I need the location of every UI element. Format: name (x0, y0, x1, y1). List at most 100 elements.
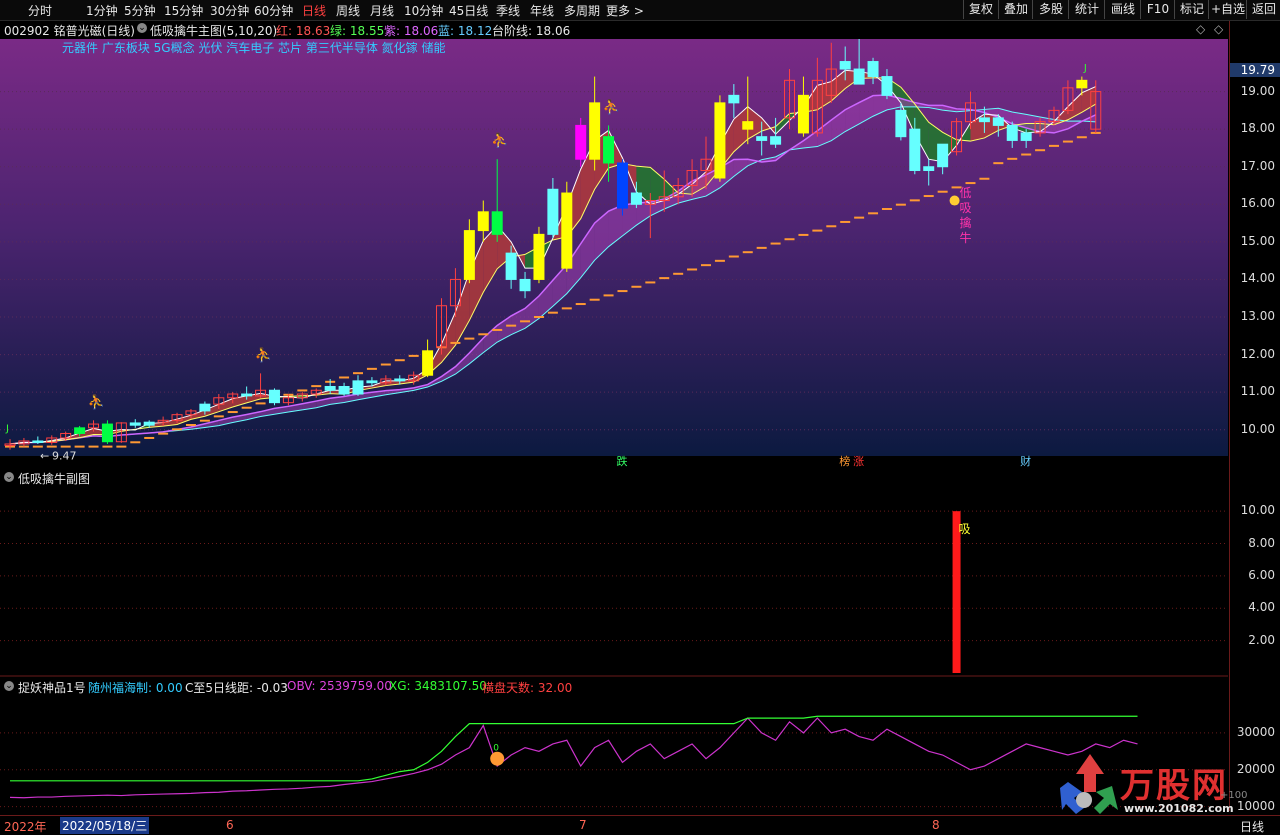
period-tab-14[interactable]: 更多 > (606, 2, 644, 19)
period-tab-8[interactable]: 月线 (370, 2, 394, 19)
sub1-tick-1: 4.00 (1248, 600, 1275, 615)
signal-person-icon-2: ⛹ (491, 131, 508, 149)
sub2-tick-1: 20000 (1236, 761, 1275, 776)
period-toolbar: 分时 1分钟 5分钟 15分钟 30分钟 60分钟 日线 周线 月线 10分钟 45日线 季线 年线 多周… (0, 0, 1280, 21)
sub2-signal-icon (490, 751, 505, 766)
candle-body-35 (491, 211, 503, 235)
candlestick-chart[interactable]: ⛹⛹⛹⛹←20.85←9.47低吸擒牛跌榜涨财JJJ 元器件 广东板块 5G概念… (0, 39, 1228, 467)
candle-body-24 (338, 386, 350, 395)
candle-body-52 (728, 94, 740, 104)
diamond-icon-1[interactable]: ◇ (1196, 22, 1205, 36)
diamond-icon-2[interactable]: ◇ (1214, 22, 1223, 36)
signal-person-icon-1: ⛹ (255, 345, 272, 363)
sub-chart-1-title[interactable]: 低吸擒牛副图 (18, 470, 90, 487)
sub2-tick-2: 30000 (1236, 724, 1275, 739)
period-tab-3[interactable]: 15分钟 (164, 2, 203, 19)
concept-tags: 元器件 广东板块 5G概念 光伏 汽车电子 芯片 第三代半导体 氮化镓 储能 (62, 40, 445, 55)
price-axis: 19.79 10.00 11.00 12.00 13.00 14.00 15.00 16.0… (1229, 21, 1280, 813)
candle-body-44 (616, 162, 628, 209)
toolbar-button-2[interactable]: 多股 (1032, 0, 1069, 19)
candle-body-36 (505, 252, 517, 280)
price-tick-0: 10.00 (1240, 421, 1275, 436)
candle-body-30 (422, 350, 434, 376)
low-price-label: 9.47 (52, 450, 77, 463)
candle-body-65 (909, 128, 921, 171)
x-label-month-8: 8 (932, 818, 940, 832)
candle-body-66 (923, 166, 935, 171)
period-tab-1[interactable]: 1分钟 (86, 2, 118, 19)
candle-body-37 (519, 278, 531, 292)
indicator-toggle-icon[interactable]: ⌄ (137, 23, 147, 33)
period-tab-0[interactable]: 分时 (28, 2, 52, 19)
sub-line-chart[interactable]: 0 (0, 696, 1228, 814)
candle-body-57 (797, 94, 809, 134)
candle-body-28 (394, 378, 406, 382)
tag-strip (0, 456, 1228, 467)
candle-body-41 (575, 124, 587, 160)
candle-body-51 (714, 102, 726, 179)
period-tab-13[interactable]: 多周期 (564, 2, 600, 19)
hdr-value-days: 横盘天数: 32.00 (482, 681, 573, 695)
indicator-title[interactable]: 低吸擒牛主图(5,10,20) (150, 22, 277, 39)
price-tick-1: 11.00 (1240, 384, 1275, 399)
low-arrow: ← (40, 450, 49, 463)
period-tab-11[interactable]: 季线 (496, 2, 520, 19)
price-tick-5: 15.00 (1240, 233, 1275, 248)
watermark-url: www.201082.com (1124, 802, 1234, 815)
period-tab-5[interactable]: 60分钟 (254, 2, 293, 19)
toolbar-button-3[interactable]: 统计 (1068, 0, 1105, 19)
candle-body-43 (603, 136, 615, 164)
candle-body-62 (867, 61, 879, 78)
candle-body-67 (937, 143, 949, 168)
period-tab-10[interactable]: 45日线 (449, 2, 488, 19)
candle-body-33 (463, 230, 475, 280)
sub2-series-obv (9, 717, 1138, 799)
sub1-toggle-icon[interactable]: ⌄ (4, 472, 14, 482)
hdr-value-b: C至5日线距: -0.03 (185, 681, 288, 695)
stock-code-name[interactable]: 002902 铭普光磁(日线) (4, 22, 135, 39)
sub2-toggle-icon[interactable]: ⌄ (4, 681, 14, 691)
toolbar-button-7[interactable]: +自选 (1208, 0, 1247, 19)
signal-char-3: 牛 (960, 230, 972, 245)
toolbar-button-5[interactable]: F10 (1140, 0, 1175, 19)
candle-body-19 (268, 389, 280, 404)
money-bag-icon (949, 195, 960, 206)
toolbar-button-6[interactable]: 标记 (1174, 0, 1209, 19)
candle-body-77 (1076, 79, 1088, 89)
period-tab-4[interactable]: 30分钟 (210, 2, 249, 19)
candle-body-63 (881, 76, 893, 96)
sub1-tick-3: 8.00 (1248, 535, 1275, 550)
sub1-tick-2: 6.00 (1248, 567, 1275, 582)
toolbar-button-4[interactable]: 画线 (1104, 0, 1141, 19)
toolbar-button-0[interactable]: 复权 (963, 0, 998, 19)
period-tab-7[interactable]: 周线 (336, 2, 360, 19)
candle-body-61 (853, 68, 865, 85)
period-tab-9[interactable]: 10分钟 (404, 2, 443, 19)
hdr-value-a: 随州福海制: 0.00 (88, 681, 183, 695)
period-tab-2[interactable]: 5分钟 (124, 2, 156, 19)
x-label-month-6: 6 (226, 818, 234, 832)
toolbar-button-8[interactable]: 返回 (1246, 0, 1280, 19)
sub2-signal-j: 0 (493, 744, 499, 754)
signal-char-0: 低 (960, 186, 972, 200)
x-label-cursor-date[interactable]: 2022/05/18/三 (60, 817, 150, 834)
sub1-tick-4: 10.00 (1240, 503, 1275, 518)
sub-bar-chart[interactable]: 吸 (0, 487, 1228, 677)
watermark-logo: 万股网 www.201082.com +100 (1060, 752, 1247, 818)
watermark-arrow-icon (1060, 754, 1118, 814)
period-tab-6[interactable]: 日线 (302, 2, 326, 19)
signal-person-icon-3: ⛹ (603, 97, 620, 115)
sub-chart-2-title[interactable]: 捉妖神品1号 (18, 679, 86, 696)
candle-body-5 (74, 427, 86, 434)
green-line-value: 绿: 18.55 (330, 24, 385, 38)
sub1-tick-0: 2.00 (1248, 632, 1275, 647)
price-tick-2: 12.00 (1240, 346, 1275, 361)
toolbar-button-1[interactable]: 叠加 (998, 0, 1033, 19)
signal-char-2: 擒 (960, 215, 972, 230)
x-label-month-7: 7 (579, 818, 587, 832)
signal-char-1: 吸 (960, 201, 972, 215)
period-tab-12[interactable]: 年线 (530, 2, 554, 19)
price-tick-4: 14.00 (1240, 271, 1275, 286)
candle-body-10 (143, 421, 155, 426)
candle-body-9 (129, 422, 141, 426)
